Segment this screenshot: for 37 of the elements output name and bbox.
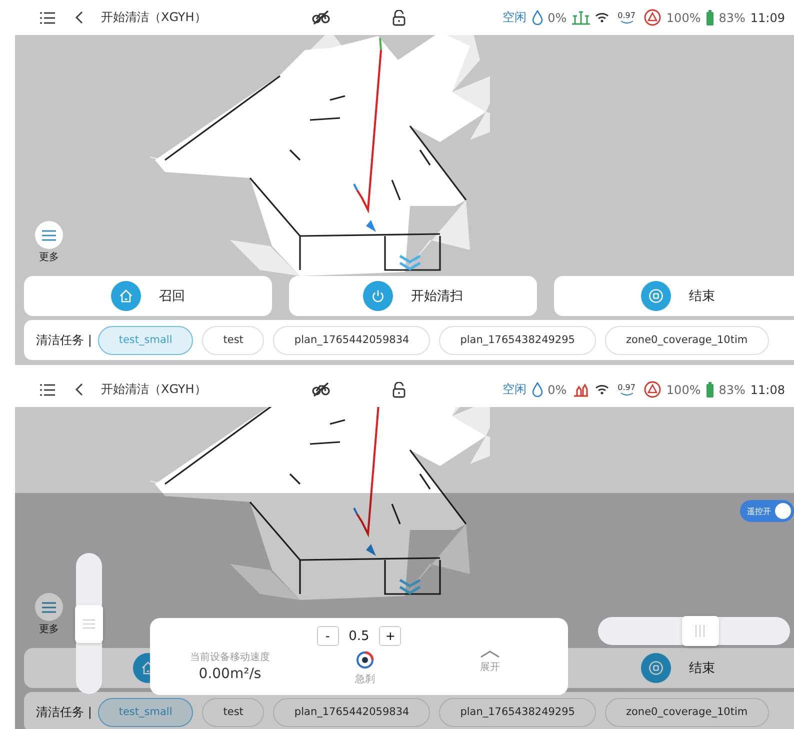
task-label: 清洁任务 | <box>36 332 92 348</box>
step-value: 0.5 <box>348 628 370 644</box>
water-level-text: 0% <box>548 10 567 24</box>
task-chip[interactable]: zone0_coverage_10tim <box>604 698 769 726</box>
task-chip[interactable]: test <box>202 326 264 354</box>
task-chip[interactable]: plan_1765442059834 <box>273 698 430 726</box>
task-chip[interactable]: plan_1765438249295 <box>439 326 596 354</box>
action-button[interactable]: 结束 <box>554 276 794 316</box>
battery-text: 83% <box>718 10 746 24</box>
clock-text: 11:08 <box>750 382 785 396</box>
battery-text: 83% <box>718 382 746 396</box>
expand-label: 展开 <box>480 661 500 674</box>
signal-value: 0.97 <box>618 384 636 392</box>
signal-value: 0.97 <box>618 12 636 20</box>
screen-title: 开始清洁（XGYH） <box>101 381 206 398</box>
clock-text: 11:09 <box>750 10 785 24</box>
action-button[interactable]: 开始清扫 <box>289 276 537 316</box>
speed-label: 当前设备移动速度 <box>190 650 270 664</box>
decrease-button[interactable]: - <box>316 626 339 646</box>
task-chip[interactable]: zone0_coverage_10tim <box>604 326 769 354</box>
water-level-text: 0% <box>548 382 567 396</box>
remote-toggle[interactable]: 遥控开 <box>740 500 794 522</box>
brake-label: 急刹 <box>355 672 375 686</box>
status-text: 空闲 <box>502 381 527 398</box>
more-label: 更多 <box>39 251 59 265</box>
increase-button[interactable]: + <box>379 626 402 646</box>
task-chip[interactable]: plan_1765438249295 <box>439 698 596 726</box>
speed-value: 0.00m²/s <box>198 666 262 682</box>
task-label: 清洁任务 | <box>36 704 92 720</box>
screen-title: 开始清洁（XGYH） <box>101 9 206 26</box>
charge-text: 100% <box>666 10 701 24</box>
action-button[interactable]: 召回 <box>24 276 272 316</box>
charge-text: 100% <box>666 382 701 396</box>
status-text: 空闲 <box>502 9 527 26</box>
more-label: 更多 <box>39 623 59 637</box>
task-chip[interactable]: plan_1765442059834 <box>273 326 430 354</box>
task-chip[interactable]: test <box>202 698 264 726</box>
